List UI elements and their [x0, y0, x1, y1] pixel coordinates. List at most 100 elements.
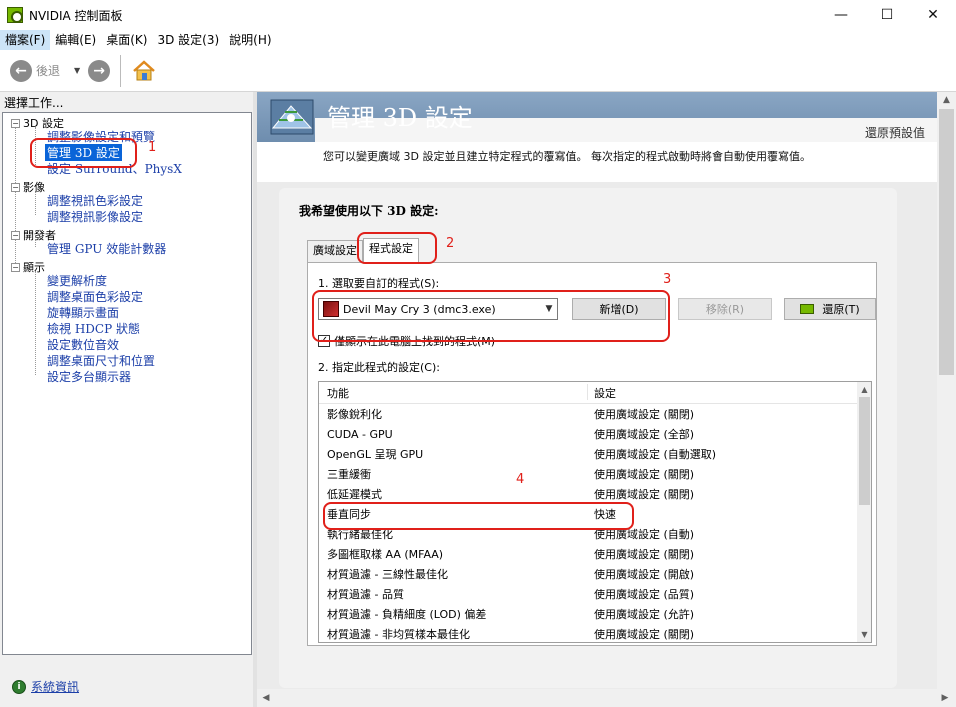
tree-item-hdcp-status[interactable]: 檢視 HDCP 狀態	[47, 320, 140, 337]
tree-item-rotate-display[interactable]: 旋轉顯示畫面	[47, 304, 119, 321]
system-info-link[interactable]: 系統資訊	[31, 678, 79, 695]
grid-scrollbar[interactable]: ▲ ▼	[857, 382, 871, 642]
scroll-right-icon[interactable]: ▶	[936, 689, 954, 707]
setting-cell[interactable]: 使用廣域設定 (自動選取)	[594, 446, 716, 462]
page-banner: 管理 3D 設定 還原預設值	[257, 92, 937, 142]
setting-cell[interactable]: 使用廣域設定 (開啟)	[594, 566, 694, 582]
remove-program-button[interactable]: 移除(R)	[678, 298, 772, 320]
tree-group-label: 顯示	[23, 261, 45, 274]
table-row[interactable]: 多圖框取樣 AA (MFAA) 使用廣域設定 (關閉)	[319, 544, 857, 564]
tree-item-desktop-color[interactable]: 調整桌面色彩設定	[47, 288, 143, 305]
column-header-setting[interactable]: 設定	[594, 385, 616, 401]
annotation-box-1	[30, 138, 137, 168]
setting-cell[interactable]: 使用廣域設定 (允許)	[594, 606, 694, 622]
info-icon: i	[12, 679, 26, 694]
feature-cell: 影像銳利化	[327, 408, 382, 421]
table-row[interactable]: OpenGL 呈現 GPU 使用廣域設定 (自動選取)	[319, 444, 857, 464]
table-row[interactable]: 影像銳利化 使用廣域設定 (關閉)	[319, 404, 857, 424]
scroll-up-icon[interactable]: ▲	[857, 382, 871, 397]
content-panel: 管理 3D 設定 還原預設值 您可以變更廣域 3D 設定並且建立特定程式的覆寫值…	[257, 92, 956, 707]
close-button[interactable]: ✕	[910, 0, 956, 30]
grid-header: 功能 設定	[319, 382, 857, 404]
restore-program-label: 還原(T)	[822, 303, 860, 316]
table-row[interactable]: 材質過濾 - 品質 使用廣域設定 (品質)	[319, 584, 857, 604]
menu-file[interactable]: 檔案(F)	[0, 30, 51, 50]
table-row[interactable]: 低延遲模式 使用廣域設定 (關閉)	[319, 484, 857, 504]
menu-help[interactable]: 說明(H)	[224, 30, 276, 50]
table-row[interactable]: CUDA - GPU 使用廣域設定 (全部)	[319, 424, 857, 444]
column-header-feature[interactable]: 功能	[327, 385, 349, 401]
scroll-down-icon[interactable]: ▼	[857, 627, 871, 642]
content-scrollbar[interactable]: ▲	[937, 92, 956, 692]
annotation-box-3	[312, 290, 670, 342]
home-icon[interactable]	[131, 58, 157, 84]
tree-item-digital-audio[interactable]: 設定數位音效	[47, 336, 119, 353]
back-label: 後退	[36, 64, 61, 78]
tree-group-video[interactable]: − 影像	[11, 179, 45, 195]
window-title: NVIDIA 控制面板	[29, 8, 123, 23]
annotation-number-4: 4	[516, 472, 525, 487]
menu-3d-settings[interactable]: 3D 設定(3)	[152, 30, 224, 50]
feature-cell: 三重緩衝	[327, 468, 371, 481]
scroll-left-icon[interactable]: ◀	[257, 689, 275, 707]
content-scroll-thumb[interactable]	[939, 109, 954, 375]
setting-cell[interactable]: 使用廣域設定 (全部)	[594, 426, 694, 442]
nvidia-restore-icon	[800, 304, 815, 314]
restore-defaults-link[interactable]: 還原預設值	[865, 124, 925, 141]
minimize-button[interactable]: —	[818, 0, 864, 30]
menu-desktop[interactable]: 桌面(K)	[101, 30, 152, 50]
annotation-number-3: 3	[663, 272, 672, 287]
table-row[interactable]: 材質過濾 - 負精細度 (LOD) 偏差 使用廣域設定 (允許)	[319, 604, 857, 624]
collapse-icon[interactable]: −	[11, 262, 20, 272]
tree-group-label: 影像	[23, 181, 45, 194]
nvidia-app-icon	[7, 7, 23, 23]
setting-cell[interactable]: 使用廣域設定 (關閉)	[594, 546, 694, 562]
system-info[interactable]: i 系統資訊	[12, 678, 79, 695]
menu-bar: 檔案(F) 編輯(E) 桌面(K) 3D 設定(3) 說明(H)	[0, 30, 956, 50]
setting-cell[interactable]: 使用廣域設定 (品質)	[594, 586, 694, 602]
annotation-box-2	[357, 232, 437, 264]
task-tree: − 3D 設定 調整影像設定和預覽 管理 3D 設定 設定 Surround、P…	[2, 112, 252, 655]
3d-settings-icon	[270, 99, 314, 135]
feature-cell: OpenGL 呈現 GPU	[327, 448, 424, 461]
setting-cell[interactable]: 使用廣域設定 (關閉)	[594, 406, 694, 422]
table-row[interactable]: 材質過濾 - 非均質樣本最佳化 使用廣域設定 (關閉)	[319, 624, 857, 642]
table-row[interactable]: 材質過濾 - 三線性最佳化 使用廣域設定 (開啟)	[319, 564, 857, 584]
restore-program-button[interactable]: 還原(T)	[784, 298, 876, 320]
window-controls: — ☐ ✕	[818, 0, 956, 30]
page-description: 您可以變更廣域 3D 設定並且建立特定程式的覆寫值。 每次指定的程式啟動時將會自…	[323, 150, 811, 163]
tree-item-change-resolution[interactable]: 變更解析度	[47, 272, 107, 289]
content-hscrollbar[interactable]: ◀ ▶	[257, 689, 956, 707]
arrow-left-icon: ←	[10, 59, 32, 82]
collapse-icon[interactable]: −	[11, 182, 20, 192]
feature-cell: 材質過濾 - 品質	[327, 588, 404, 601]
tab-global-settings[interactable]: 廣域設定	[307, 240, 363, 262]
feature-cell: 材質過濾 - 非均質樣本最佳化	[327, 628, 470, 641]
tree-item-video-color[interactable]: 調整視訊色彩設定	[47, 192, 143, 209]
table-row[interactable]: 三重緩衝 使用廣域設定 (關閉)	[319, 464, 857, 484]
setting-cell[interactable]: 使用廣域設定 (關閉)	[594, 466, 694, 482]
page-title: 管理 3D 設定	[327, 104, 473, 132]
tree-group-display[interactable]: − 顯示	[11, 259, 45, 275]
grid-scroll-thumb[interactable]	[859, 397, 870, 505]
maximize-button[interactable]: ☐	[864, 0, 910, 30]
back-button[interactable]: ← 後退	[10, 59, 61, 82]
tree-item-multiple-displays[interactable]: 設定多台顯示器	[47, 368, 131, 385]
scroll-up-icon[interactable]: ▲	[937, 92, 956, 109]
title-bar: NVIDIA 控制面板 — ☐ ✕	[0, 0, 956, 30]
collapse-icon[interactable]: −	[11, 118, 20, 128]
tree-item-video-image[interactable]: 調整視訊影像設定	[47, 208, 143, 225]
tree-item-desktop-size[interactable]: 調整桌面尺寸和位置	[47, 352, 155, 369]
arrow-right-icon[interactable]: →	[88, 59, 111, 82]
menu-edit[interactable]: 編輯(E)	[50, 30, 101, 50]
step2-label: 2. 指定此程式的設定(C):	[318, 361, 440, 374]
history-dropdown-icon[interactable]: ▼	[74, 66, 80, 75]
setting-cell[interactable]: 使用廣域設定 (關閉)	[594, 486, 694, 502]
feature-cell: 材質過濾 - 負精細度 (LOD) 偏差	[327, 608, 487, 621]
feature-cell: 多圖框取樣 AA (MFAA)	[327, 548, 444, 561]
tree-item-gpu-counters[interactable]: 管理 GPU 效能計數器	[47, 240, 166, 257]
toolbar: ← 後退 ▼ →	[0, 50, 956, 92]
setting-cell[interactable]: 使用廣域設定 (關閉)	[594, 626, 694, 642]
collapse-icon[interactable]: −	[11, 230, 20, 240]
task-panel: 選擇工作... − 3D 設定 調整影像設定和預覽 管理 3D 設定 設定 Su…	[0, 92, 256, 707]
